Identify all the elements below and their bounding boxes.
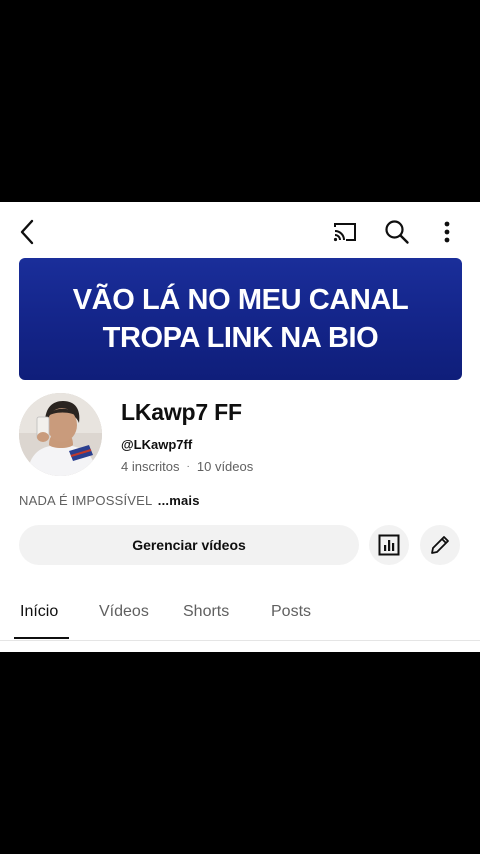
- subscriber-count: 4 inscritos: [121, 459, 180, 474]
- letterbox-top: [0, 0, 480, 202]
- manage-videos-button[interactable]: Gerenciar vídeos: [19, 525, 359, 565]
- back-button[interactable]: [12, 216, 44, 248]
- channel-handle: @LKawp7ff: [121, 437, 193, 452]
- cast-button[interactable]: [329, 216, 361, 248]
- avatar[interactable]: [19, 393, 102, 476]
- cast-icon: [333, 223, 356, 242]
- banner-line-1: VÃO LÁ NO MEU CANAL: [72, 284, 409, 316]
- tab-posts[interactable]: Posts: [271, 603, 311, 621]
- search-icon: [385, 220, 409, 244]
- channel-description[interactable]: NADA É IMPOSSÍVEL ...mais: [19, 493, 200, 508]
- pencil-icon: [431, 536, 449, 554]
- analytics-button[interactable]: [369, 525, 409, 565]
- more-options-button[interactable]: [431, 216, 463, 248]
- channel-banner[interactable]: VÃO LÁ NO MEU CANAL TROPA LINK NA BIO: [19, 258, 462, 380]
- search-button[interactable]: [381, 216, 413, 248]
- chevron-left-icon: [20, 219, 34, 245]
- avatar-photo: [19, 393, 102, 476]
- analytics-chart-icon: [378, 534, 400, 556]
- top-app-bar: [0, 202, 480, 262]
- more-vertical-icon: [444, 221, 450, 243]
- stats-separator: ·: [186, 461, 190, 472]
- channel-screen: VÃO LÁ NO MEU CANAL TROPA LINK NA BIO LK…: [0, 202, 480, 652]
- active-tab-indicator: [14, 637, 69, 639]
- tab-inicio[interactable]: Início: [20, 603, 58, 621]
- banner-line-2: TROPA LINK NA BIO: [102, 322, 379, 354]
- channel-tabs: Início Vídeos Shorts Posts: [0, 589, 480, 641]
- video-count: 10 vídeos: [196, 459, 254, 474]
- edit-channel-button[interactable]: [420, 525, 460, 565]
- tab-videos[interactable]: Vídeos: [99, 603, 149, 621]
- tab-shorts[interactable]: Shorts: [183, 603, 229, 621]
- description-more-link[interactable]: ...mais: [158, 493, 200, 508]
- channel-stats: 4 inscritos · 10 vídeos: [121, 459, 253, 474]
- channel-name: LKawp7 FF: [121, 399, 242, 425]
- description-text: NADA É IMPOSSÍVEL: [19, 493, 152, 508]
- letterbox-bottom: [0, 652, 480, 854]
